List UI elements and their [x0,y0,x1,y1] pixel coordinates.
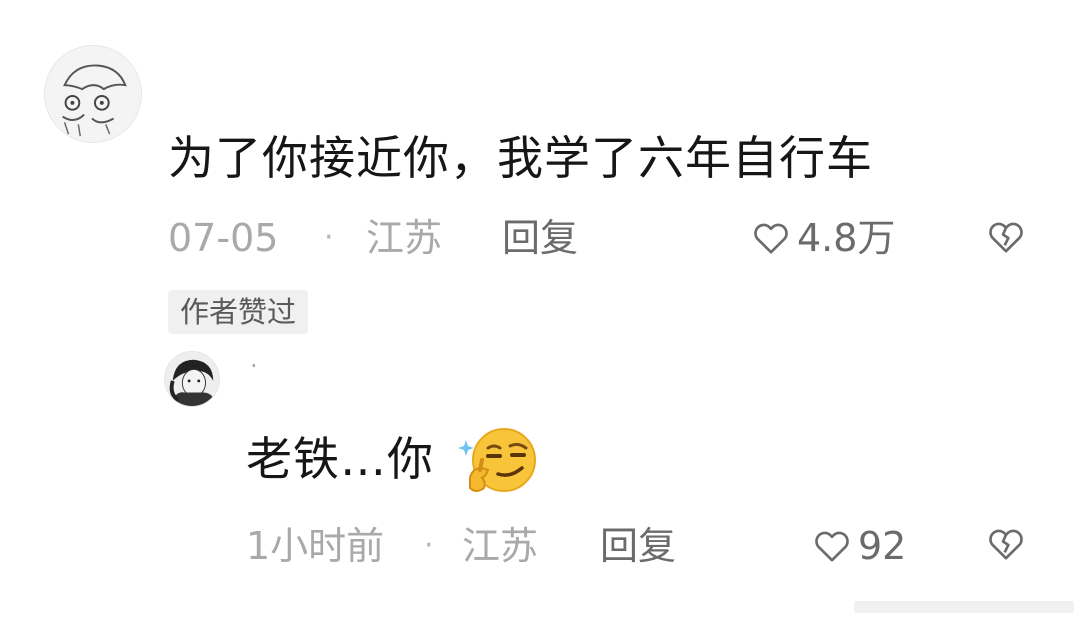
reply-text: 老铁…你 [246,432,434,486]
comment-location: 江苏 [366,216,443,260]
meta-separator: · [324,220,334,255]
watermark [854,598,1074,616]
smirk-emoji-icon [456,424,538,500]
reply-location: 江苏 [462,524,539,568]
dark-hair-avatar-icon [165,352,219,406]
heart-outline-icon [754,223,788,254]
reply-button[interactable]: 回复 [502,216,578,260]
reply-reply-button[interactable]: 回复 [600,524,676,568]
reply-like-count: 92 [858,524,907,568]
dislike-button[interactable] [985,217,1027,257]
reply-like-button[interactable]: 92 [812,524,906,568]
meta-separator: · [424,528,434,563]
comment-text: 为了你接近你，我学了六年自行车 [168,131,873,185]
sketch-avatar-icon [45,46,141,142]
like-count: 4.8万 [797,216,896,260]
author-liked-badge: 作者赞过 [168,290,309,334]
like-button[interactable]: 4.8万 [751,216,895,260]
commenter-avatar[interactable] [44,45,142,143]
broken-heart-icon [989,222,1023,253]
broken-heart-icon [989,529,1023,560]
replier-avatar[interactable] [164,351,220,407]
reply-dislike-button[interactable] [985,524,1027,564]
heart-outline-icon [815,531,849,562]
comment-date: 07-05 [168,216,279,260]
reply-username[interactable]: · [250,352,258,380]
reply-time: 1小时前 [246,524,385,568]
